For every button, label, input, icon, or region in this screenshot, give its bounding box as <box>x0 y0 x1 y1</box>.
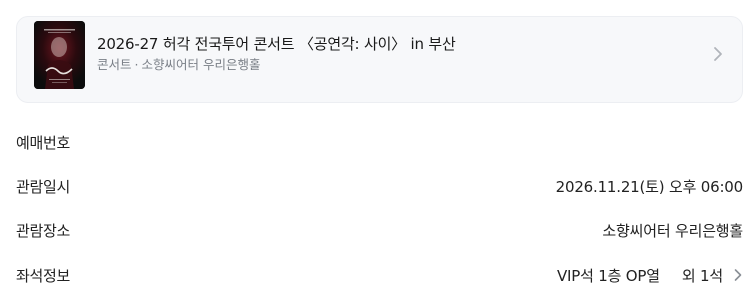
venue-row: 관람장소 소향씨어터 우리은행홀 <box>16 215 743 245</box>
booking-detail-page: 2026-27 허각 전국투어 콘서트 〈공연각: 사이〉 in 부산 콘서트 ·… <box>0 0 754 299</box>
seat-info-label: 좌석정보 <box>16 266 71 285</box>
event-venue: 소향씨어터 우리은행홀 <box>141 57 261 72</box>
poster-image <box>34 21 85 89</box>
booking-number-label: 예매번호 <box>16 133 71 152</box>
seat-info-row[interactable]: 좌석정보 VIP석 1층 OP열 외 1석 <box>16 260 743 290</box>
event-genre: 콘서트 <box>97 57 132 72</box>
chevron-right-icon <box>714 47 722 61</box>
event-text: 2026-27 허각 전국투어 콘서트 〈공연각: 사이〉 in 부산 콘서트 ·… <box>97 34 702 74</box>
show-datetime-value: 2026.11.21(토) 오후 06:00 <box>555 177 744 196</box>
seat-info-value-group[interactable]: VIP석 1층 OP열 외 1석 <box>557 265 743 286</box>
venue-value: 소향씨어터 우리은행홀 <box>602 221 743 240</box>
seat-extra-count: 외 1석 <box>681 266 723 285</box>
show-datetime-row: 관람일시 2026.11.21(토) 오후 06:00 <box>16 171 743 201</box>
venue-label: 관람장소 <box>16 221 71 240</box>
event-title: 2026-27 허각 전국투어 콘서트 〈공연각: 사이〉 in 부산 <box>97 35 456 53</box>
seat-info-value: VIP석 1층 OP열 <box>557 266 660 285</box>
booking-number-row: 예매번호 <box>16 127 743 157</box>
poster-art <box>34 21 85 89</box>
event-card[interactable]: 2026-27 허각 전국투어 콘서트 〈공연각: 사이〉 in 부산 콘서트 ·… <box>16 16 743 103</box>
chevron-right-icon <box>734 269 742 281</box>
event-meta: 콘서트 · 소향씨어터 우리은행홀 <box>97 56 702 74</box>
meta-separator: · <box>134 57 139 72</box>
show-datetime-label: 관람일시 <box>16 177 71 196</box>
